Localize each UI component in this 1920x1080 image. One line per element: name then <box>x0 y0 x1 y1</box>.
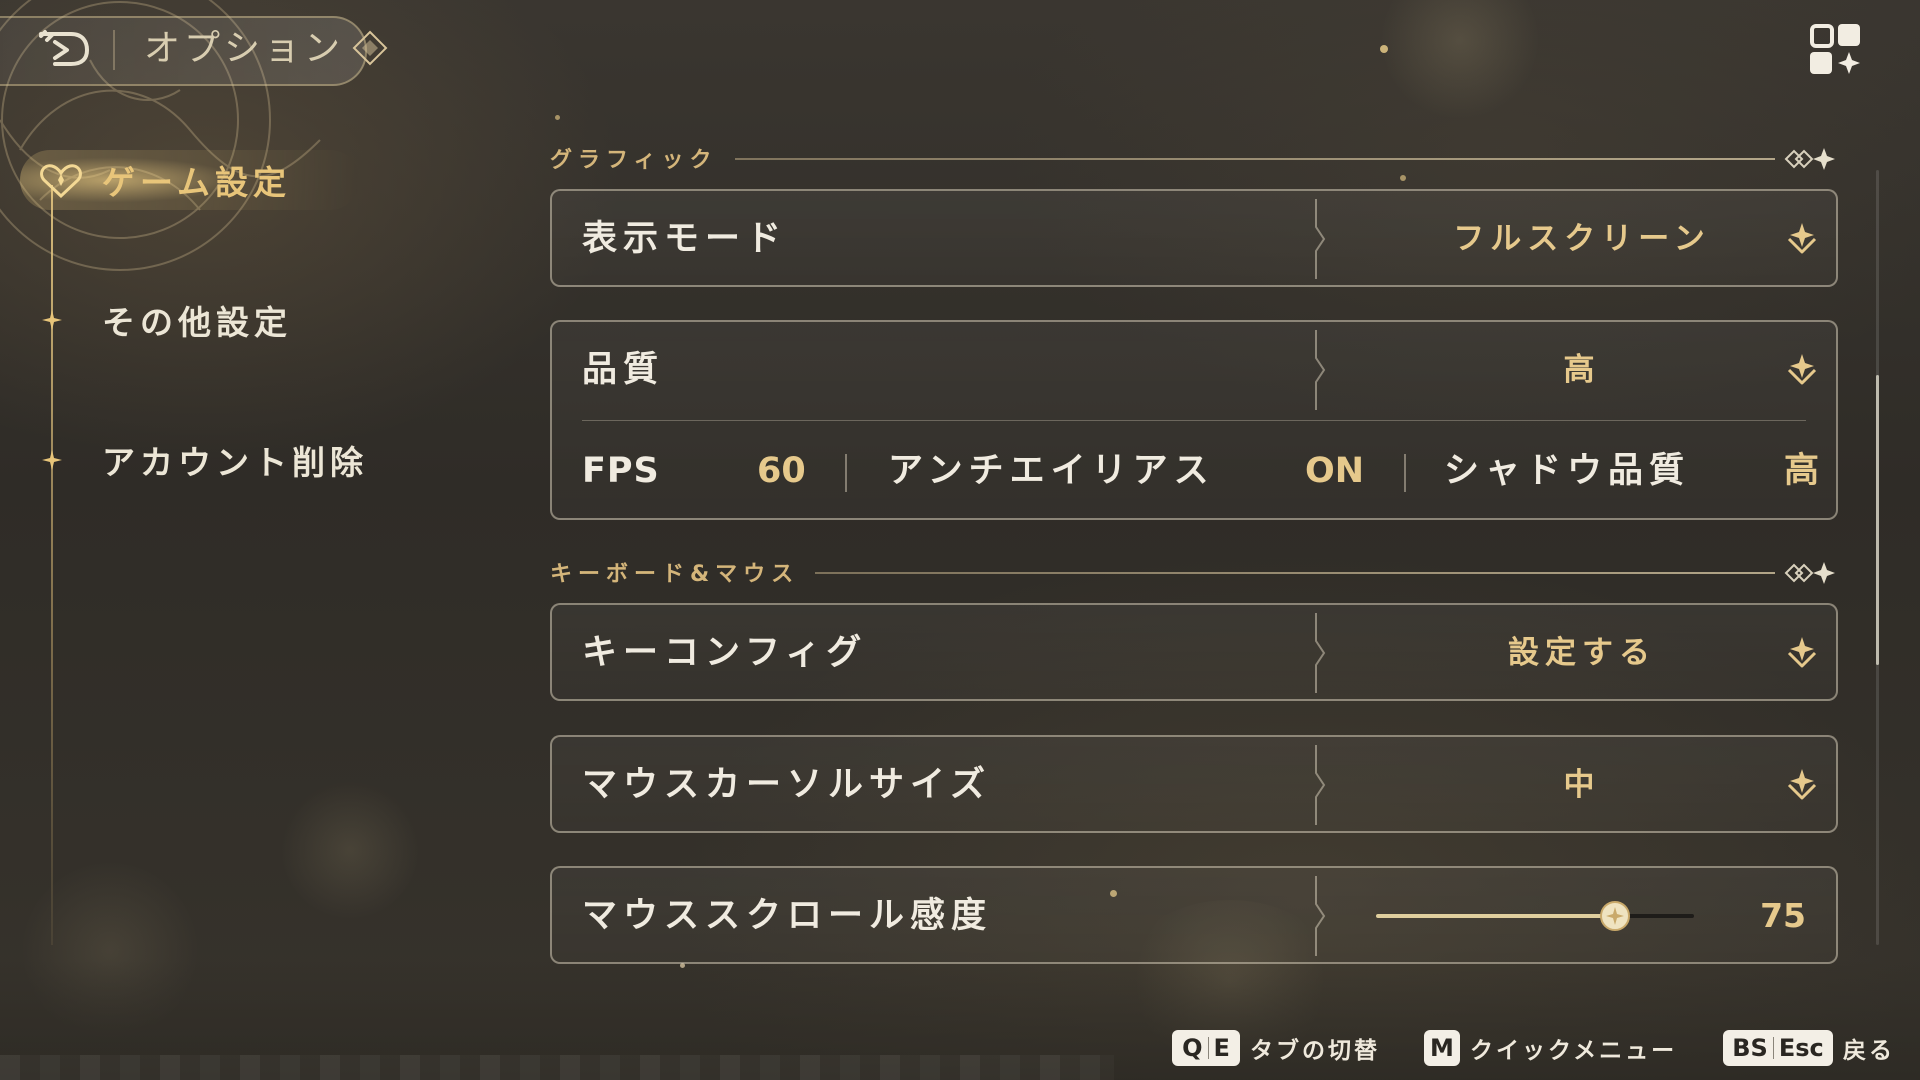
scroll-sensitivity-card: マウススクロール感度 75 <box>550 866 1838 964</box>
sub-separator <box>1404 454 1406 492</box>
sidebar-item-label: ゲーム設定 <box>102 163 292 202</box>
chevron-divider-icon <box>1315 876 1326 956</box>
section-header-graphics: グラフィック <box>550 143 1838 173</box>
bokeh-light <box>1400 175 1406 181</box>
card-inner-divider <box>582 420 1806 421</box>
section-end-ornament-icon <box>1784 562 1835 584</box>
chevron-divider-icon <box>1315 199 1326 279</box>
section-header-keyboard-mouse: キーボード&マウス <box>550 557 1838 587</box>
sensitivity-slider-fill <box>1376 914 1615 918</box>
section-divider-line <box>735 158 1775 160</box>
scroll-sensitivity-row: マウススクロール感度 75 <box>552 868 1836 964</box>
diamond-ornament-icon <box>352 30 388 66</box>
bokeh-light <box>1380 0 1540 120</box>
key-bs: BS <box>1732 1034 1768 1062</box>
row-value: 中 <box>1563 767 1601 803</box>
section-title: グラフィック <box>550 148 718 173</box>
hint-label: 戻る <box>1843 1038 1895 1064</box>
sensitivity-value: 75 <box>1760 896 1806 935</box>
sidebar-item-delete-account[interactable]: アカウント削除 <box>0 430 380 490</box>
scrollbar-thumb[interactable] <box>1876 375 1879 665</box>
dropdown-diamond-icon <box>1787 637 1817 668</box>
header-separator <box>113 30 115 70</box>
fps-label: FPS <box>582 451 660 491</box>
row-label: マウススクロール感度 <box>582 896 993 936</box>
chevron-divider-icon <box>1315 613 1326 693</box>
hint-label: タブの切替 <box>1250 1038 1380 1064</box>
antialias-value: ON <box>1305 451 1365 491</box>
hint-label: クイックメニュー <box>1470 1038 1678 1064</box>
row-label: キーコンフィグ <box>582 633 868 673</box>
section-end-ornament-icon <box>1784 148 1835 170</box>
heart-ornament-icon <box>40 164 82 199</box>
key-badge-q-e: QE <box>1172 1030 1240 1066</box>
back-arrow-icon <box>39 30 90 66</box>
sidebar-item-label: その他設定 <box>102 303 292 342</box>
key-config-card: キーコンフィグ 設定する <box>550 603 1838 701</box>
bokeh-light <box>280 780 420 920</box>
key-config-row[interactable]: キーコンフィグ 設定する <box>552 605 1836 701</box>
dropdown-diamond-icon <box>1787 223 1817 254</box>
sidebar-item-other-settings[interactable]: その他設定 <box>0 290 320 350</box>
row-label: 表示モード <box>582 219 788 259</box>
row-label: 品質 <box>582 350 665 390</box>
sensitivity-slider-thumb[interactable] <box>1599 900 1631 932</box>
quality-card: 品質 高 FPS 60 アンチエイリアス ON シャドウ品質 高 <box>550 320 1838 520</box>
star-bullet-icon <box>42 310 62 330</box>
back-button[interactable] <box>36 26 92 72</box>
bokeh-light <box>555 115 560 120</box>
sidebar-item-game-settings[interactable]: ゲーム設定 <box>0 150 360 210</box>
hint-quick-menu[interactable]: M クイックメニュー <box>1424 1028 1677 1068</box>
options-screen: オプション ゲーム設定 その他設定 アカウント削除 グラフィック 表示モード フ… <box>0 0 1920 1080</box>
section-title: キーボード&マウス <box>550 562 800 587</box>
key-e: E <box>1213 1034 1230 1062</box>
sub-separator <box>845 454 847 492</box>
cursor-size-card: マウスカーソルサイズ 中 <box>550 735 1838 833</box>
key-badge-m: M <box>1424 1030 1460 1066</box>
fps-value: 60 <box>757 451 806 491</box>
dropdown-diamond-icon <box>1787 354 1817 385</box>
row-value: 高 <box>1563 352 1601 388</box>
key-m: M <box>1430 1034 1454 1062</box>
display-mode-row[interactable]: 表示モード フルスクリーン <box>552 191 1836 287</box>
row-label: マウスカーソルサイズ <box>582 765 991 805</box>
hint-switch-tab[interactable]: QE タブの切替 <box>1172 1028 1380 1068</box>
row-value: フルスクリーン <box>1453 221 1711 257</box>
sidebar-item-label: アカウント削除 <box>102 443 368 482</box>
row-value: 設定する <box>1508 635 1656 671</box>
content-scrollbar[interactable] <box>1876 170 1879 945</box>
antialias-label: アンチエイリアス <box>888 451 1215 491</box>
page-title: オプション <box>144 28 345 69</box>
quality-details-row: FPS 60 アンチエイリアス ON シャドウ品質 高 <box>552 422 1836 520</box>
key-esc: Esc <box>1778 1034 1824 1062</box>
dropdown-diamond-icon <box>1787 769 1817 800</box>
display-mode-card: 表示モード フルスクリーン <box>550 189 1838 287</box>
shadow-quality-label: シャドウ品質 <box>1444 451 1691 491</box>
sensitivity-slider-track[interactable] <box>1376 914 1694 918</box>
cursor-size-row[interactable]: マウスカーソルサイズ 中 <box>552 737 1836 833</box>
section-divider-line <box>815 572 1775 574</box>
chevron-divider-icon <box>1315 330 1326 410</box>
chevron-divider-icon <box>1315 745 1326 825</box>
hint-back[interactable]: BS Esc 戻る <box>1723 1028 1895 1068</box>
pixelated-overlay <box>0 1055 1114 1080</box>
quality-row[interactable]: 品質 高 <box>552 322 1836 418</box>
quick-menu-grid-icon[interactable] <box>1808 22 1864 78</box>
star-bullet-icon <box>42 450 62 470</box>
shadow-quality-value: 高 <box>1784 451 1820 491</box>
key-q: Q <box>1182 1034 1203 1062</box>
bokeh-light <box>1380 45 1388 53</box>
key-badge-bs-esc: BS Esc <box>1723 1030 1833 1066</box>
